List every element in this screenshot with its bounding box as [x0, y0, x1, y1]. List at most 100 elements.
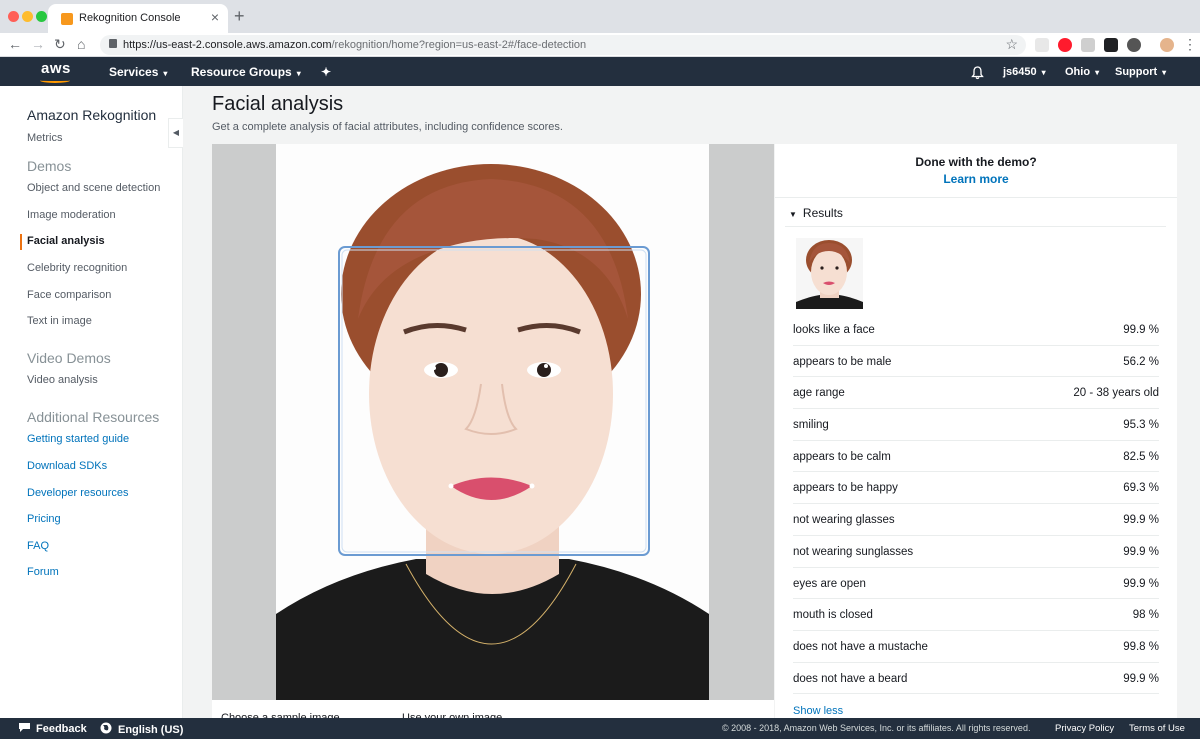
globe-icon	[100, 722, 112, 734]
sidebar-item-pricing[interactable]: Pricing	[27, 513, 61, 525]
services-menu[interactable]: Services ▾	[109, 65, 167, 79]
page-subtitle: Get a complete analysis of facial attrib…	[212, 121, 563, 133]
resource-groups-label: Resource Groups	[191, 65, 292, 79]
bookmark-star-icon[interactable]: ☆	[1005, 36, 1018, 53]
result-row: does not have a mustache 99.8 %	[793, 631, 1159, 663]
result-value: 99.9 %	[1123, 577, 1159, 590]
sidebar-item-forum[interactable]: Forum	[27, 566, 59, 578]
chevron-left-icon: ◀	[172, 128, 180, 137]
result-row: appears to be calm 82.5 %	[793, 441, 1159, 473]
sidebar-item-metrics[interactable]: Metrics	[27, 132, 62, 144]
collapse-sidebar-button[interactable]: ◀	[168, 118, 183, 148]
result-label: looks like a face	[793, 324, 875, 336]
chat-bubble-icon	[19, 723, 30, 732]
result-row: appears to be happy 69.3 %	[793, 472, 1159, 505]
face-thumbnail-illustration	[796, 240, 863, 309]
result-label: not wearing sunglasses	[793, 545, 914, 558]
url-host: https://us-east-2.console.aws.amazon.com	[123, 39, 332, 51]
back-icon[interactable]: ←	[8, 36, 22, 52]
sidebar-item-face-comparison[interactable]: Face comparison	[27, 289, 111, 301]
sidebar-item-faq[interactable]: FAQ	[27, 540, 49, 552]
results-list: looks like a face 99.9 % appears to be ma…	[793, 314, 1159, 695]
learn-more-link[interactable]: Learn more	[775, 172, 1177, 186]
sidebar-item-celebrity[interactable]: Celebrity recognition	[27, 262, 127, 274]
sidebar-item-developer-resources[interactable]: Developer resources	[27, 487, 129, 499]
rekognition-favicon-icon	[61, 13, 73, 25]
sidebar-heading-demos: Demos	[27, 158, 72, 174]
divider	[775, 197, 1177, 198]
result-row: appears to be male 56.2 %	[793, 346, 1159, 378]
result-row: not wearing glasses 99.9 %	[793, 504, 1159, 536]
feedback-label: Feedback	[36, 723, 87, 735]
result-label: not wearing glasses	[793, 514, 895, 527]
forward-icon[interactable]: →	[31, 36, 45, 52]
bell-shape	[971, 66, 984, 80]
result-value: 98 %	[1132, 609, 1159, 622]
close-window-icon[interactable]	[8, 11, 19, 22]
result-label: appears to be calm	[793, 450, 891, 463]
support-menu[interactable]: Support ▾	[1115, 66, 1166, 78]
close-tab-icon[interactable]: ×	[211, 9, 219, 25]
sidebar-item-facial-analysis[interactable]: Facial analysis	[27, 235, 105, 247]
result-label: does not have a beard	[793, 672, 908, 685]
sidebar-item-text-in-image[interactable]: Text in image	[27, 315, 92, 327]
chevron-down-icon: ▾	[163, 69, 168, 78]
browser-tab[interactable]: Rekognition Console ×	[48, 4, 228, 33]
results-heading: Results	[802, 206, 843, 220]
browser-tab-bar: Rekognition Console × +	[0, 0, 1200, 33]
support-label: Support	[1115, 66, 1158, 78]
result-label: appears to be happy	[793, 482, 898, 495]
sidebar-item-image-moderation[interactable]: Image moderation	[27, 209, 116, 221]
result-value: 99.9 %	[1123, 672, 1159, 685]
sidebar-heading-video: Video Demos	[27, 350, 111, 366]
user-menu[interactable]: js6450 ▾	[1003, 66, 1046, 78]
sidebar-item-object-scene[interactable]: Object and scene detection	[27, 182, 160, 194]
page-title: Facial analysis	[212, 93, 344, 115]
wordpress-extension-icon[interactable]	[1127, 38, 1141, 52]
language-selector[interactable]: English (US)	[100, 722, 183, 736]
url-input[interactable]: https://us-east-2.console.aws.amazon.com…	[100, 35, 1026, 55]
show-less-link[interactable]: Show less	[793, 705, 843, 717]
terms-of-use-link[interactable]: Terms of Use	[1129, 723, 1185, 734]
result-value: 82.5 %	[1123, 450, 1159, 463]
bell-icon[interactable]	[971, 66, 984, 83]
aws-nav-bar: aws Services ▾ Resource Groups ▾ ✦ js6450 ▾…	[0, 57, 1200, 86]
resource-groups-menu[interactable]: Resource Groups ▾	[191, 65, 301, 79]
region-menu[interactable]: Ohio ▾	[1065, 66, 1099, 78]
sidebar: Amazon Rekognition Metrics Demos Object …	[0, 86, 183, 718]
url-path: /rekognition/home?region=us-east-2#/face…	[331, 39, 587, 51]
minimize-window-icon[interactable]	[22, 11, 33, 22]
home-icon[interactable]: ⌂	[77, 36, 85, 52]
browser-menu-icon[interactable]: ⋮	[1183, 36, 1197, 53]
aws-logo[interactable]: aws	[41, 60, 71, 77]
result-value: 99.9 %	[1123, 545, 1159, 558]
result-value: 20 - 38 years old	[1073, 387, 1159, 400]
chevron-down-icon: ▾	[296, 69, 301, 78]
result-value: 99.9 %	[1123, 514, 1159, 527]
sidebar-title[interactable]: Amazon Rekognition	[27, 107, 156, 123]
result-value: 56.2 %	[1123, 355, 1159, 368]
maximize-window-icon[interactable]	[36, 11, 47, 22]
results-toggle[interactable]: ▼ Results	[789, 206, 843, 220]
address-bar: ← → ↻ ⌂ https://us-east-2.console.aws.am…	[0, 33, 1200, 57]
sidebar-heading-resources: Additional Resources	[27, 409, 160, 425]
lock-icon	[109, 39, 117, 48]
sidebar-item-download-sdks[interactable]: Download SDKs	[27, 460, 107, 472]
result-label: appears to be male	[793, 355, 892, 368]
extension-icon[interactable]	[1081, 38, 1095, 52]
sidebar-item-getting-started[interactable]: Getting started guide	[27, 433, 129, 445]
sidebar-item-video-analysis[interactable]: Video analysis	[27, 374, 98, 386]
pin-icon[interactable]: ✦	[321, 65, 331, 79]
analyzed-photo	[276, 144, 709, 700]
profile-avatar[interactable]	[1160, 38, 1174, 52]
extension-badge-icon[interactable]	[1104, 38, 1118, 52]
opera-extension-icon[interactable]	[1058, 38, 1072, 52]
reload-icon[interactable]: ↻	[54, 36, 66, 53]
result-value: 95.3 %	[1123, 419, 1159, 432]
new-tab-icon[interactable]: +	[234, 6, 245, 27]
extension-icon[interactable]	[1035, 38, 1049, 52]
image-source-bar: Choose a sample image Use your own image	[212, 700, 774, 724]
result-row: does not have a beard 99.9 %	[793, 663, 1159, 695]
feedback-button[interactable]: Feedback	[18, 722, 87, 735]
privacy-policy-link[interactable]: Privacy Policy	[1055, 723, 1114, 734]
